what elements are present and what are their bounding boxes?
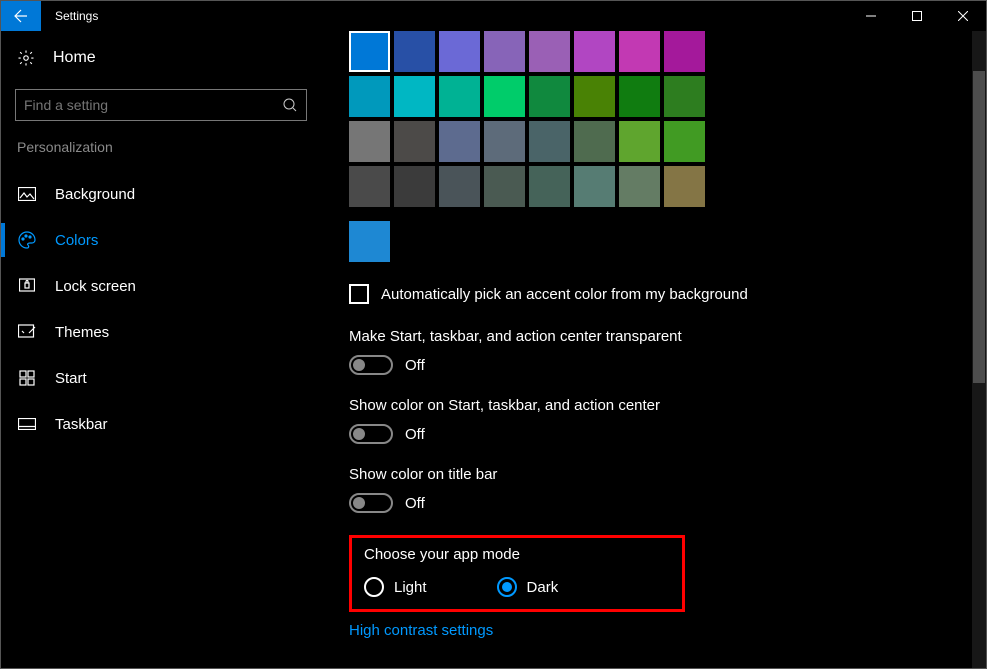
toggle-state: Off bbox=[405, 495, 425, 512]
radio-label: Light bbox=[394, 579, 427, 596]
close-icon bbox=[958, 11, 968, 21]
color-swatch[interactable] bbox=[349, 121, 390, 162]
toggle-switch-icon bbox=[349, 424, 393, 444]
color-swatch[interactable] bbox=[664, 121, 705, 162]
maximize-icon bbox=[912, 11, 922, 21]
sidebar-item-label: Colors bbox=[55, 232, 98, 249]
color-swatch[interactable] bbox=[394, 76, 435, 117]
color-swatch[interactable] bbox=[664, 76, 705, 117]
color-swatch[interactable] bbox=[664, 31, 705, 72]
color-swatch[interactable] bbox=[484, 121, 525, 162]
transparent-toggle[interactable]: Off bbox=[349, 355, 966, 375]
window-controls bbox=[848, 1, 986, 31]
search-box[interactable] bbox=[15, 89, 307, 121]
color-swatch[interactable] bbox=[529, 121, 570, 162]
color-swatch[interactable] bbox=[574, 121, 615, 162]
high-contrast-link[interactable]: High contrast settings bbox=[349, 622, 966, 639]
color-swatch[interactable] bbox=[664, 166, 705, 207]
window-title: Settings bbox=[41, 9, 98, 23]
palette-icon bbox=[18, 231, 36, 249]
color-swatch[interactable] bbox=[349, 31, 390, 72]
sidebar-item-label: Lock screen bbox=[55, 278, 136, 295]
color-swatch[interactable] bbox=[394, 166, 435, 207]
app-mode-light-radio[interactable]: Light bbox=[364, 577, 427, 597]
picture-icon bbox=[18, 187, 36, 201]
toggle-switch-icon bbox=[349, 355, 393, 375]
minimize-button[interactable] bbox=[848, 1, 894, 31]
auto-pick-checkbox-row[interactable]: Automatically pick an accent color from … bbox=[349, 284, 966, 304]
selected-color-swatch[interactable] bbox=[349, 221, 390, 262]
color-swatch[interactable] bbox=[439, 121, 480, 162]
back-button[interactable] bbox=[1, 1, 41, 31]
color-swatch[interactable] bbox=[529, 166, 570, 207]
color-swatch[interactable] bbox=[484, 31, 525, 72]
color-swatch[interactable] bbox=[619, 31, 660, 72]
radio-icon bbox=[497, 577, 517, 597]
sidebar-item-label: Taskbar bbox=[55, 416, 108, 433]
color-swatch[interactable] bbox=[574, 31, 615, 72]
color-swatch[interactable] bbox=[439, 166, 480, 207]
color-swatch[interactable] bbox=[619, 121, 660, 162]
sidebar-item-themes[interactable]: Themes bbox=[1, 309, 321, 355]
app-mode-label: Choose your app mode bbox=[364, 546, 670, 563]
maximize-button[interactable] bbox=[894, 1, 940, 31]
section-label: Personalization bbox=[1, 139, 321, 155]
color-swatch[interactable] bbox=[529, 76, 570, 117]
taskbar-icon bbox=[18, 418, 36, 430]
home-button[interactable]: Home bbox=[1, 35, 321, 81]
main-panel: Automatically pick an accent color from … bbox=[321, 31, 986, 668]
show-color-title-label: Show color on title bar bbox=[349, 466, 966, 483]
color-swatch[interactable] bbox=[484, 166, 525, 207]
sidebar-item-background[interactable]: Background bbox=[1, 171, 321, 217]
auto-pick-label: Automatically pick an accent color from … bbox=[381, 286, 748, 303]
scrollbar-thumb[interactable] bbox=[973, 71, 985, 383]
toggle-state: Off bbox=[405, 357, 425, 374]
settings-window: Settings Home Personalization Background bbox=[0, 0, 987, 669]
back-arrow-icon bbox=[13, 8, 29, 24]
color-swatch[interactable] bbox=[529, 31, 570, 72]
color-swatch[interactable] bbox=[394, 121, 435, 162]
color-swatch[interactable] bbox=[484, 76, 525, 117]
color-swatch[interactable] bbox=[619, 166, 660, 207]
sidebar-item-taskbar[interactable]: Taskbar bbox=[1, 401, 321, 447]
scrollbar[interactable] bbox=[972, 31, 986, 668]
show-color-title-toggle[interactable]: Off bbox=[349, 493, 966, 513]
sidebar-item-label: Start bbox=[55, 370, 87, 387]
sidebar-item-label: Background bbox=[55, 186, 135, 203]
checkbox-icon bbox=[349, 284, 369, 304]
show-color-start-label: Show color on Start, taskbar, and action… bbox=[349, 397, 966, 414]
sidebar-item-label: Themes bbox=[55, 324, 109, 341]
app-mode-dark-radio[interactable]: Dark bbox=[497, 577, 559, 597]
radio-label: Dark bbox=[527, 579, 559, 596]
toggle-state: Off bbox=[405, 426, 425, 443]
search-icon bbox=[282, 97, 298, 113]
app-mode-highlight-box: Choose your app mode Light Dark bbox=[349, 535, 685, 612]
transparent-label: Make Start, taskbar, and action center t… bbox=[349, 328, 966, 345]
color-swatch[interactable] bbox=[439, 76, 480, 117]
color-swatch-grid bbox=[349, 31, 966, 207]
radio-icon bbox=[364, 577, 384, 597]
sidebar-item-lockscreen[interactable]: Lock screen bbox=[1, 263, 321, 309]
lock-icon bbox=[19, 278, 35, 294]
show-color-start-toggle[interactable]: Off bbox=[349, 424, 966, 444]
color-swatch[interactable] bbox=[619, 76, 660, 117]
brush-icon bbox=[18, 324, 36, 340]
home-label: Home bbox=[53, 49, 96, 67]
color-swatch[interactable] bbox=[574, 76, 615, 117]
color-swatch[interactable] bbox=[349, 166, 390, 207]
color-swatch[interactable] bbox=[574, 166, 615, 207]
gear-icon bbox=[17, 49, 35, 67]
sidebar-item-start[interactable]: Start bbox=[1, 355, 321, 401]
close-button[interactable] bbox=[940, 1, 986, 31]
titlebar: Settings bbox=[1, 1, 986, 31]
start-icon bbox=[19, 370, 35, 386]
sidebar-item-colors[interactable]: Colors bbox=[1, 217, 321, 263]
search-input[interactable] bbox=[24, 97, 282, 113]
color-swatch[interactable] bbox=[349, 76, 390, 117]
color-swatch[interactable] bbox=[394, 31, 435, 72]
color-swatch[interactable] bbox=[439, 31, 480, 72]
sidebar: Home Personalization Background Colors L… bbox=[1, 31, 321, 668]
minimize-icon bbox=[866, 11, 876, 21]
toggle-switch-icon bbox=[349, 493, 393, 513]
